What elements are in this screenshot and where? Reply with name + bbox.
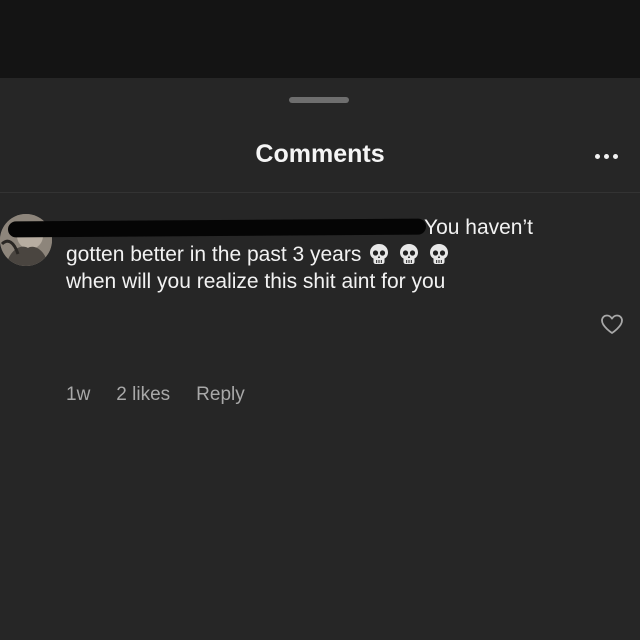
comment: You haven’t gotten better in the past 3 … [7,214,586,295]
likes-count-link[interactable]: 2 likes [116,384,170,406]
redacted-username [7,218,427,238]
screen: Comments You haven’t gotten better in th… [0,0,640,640]
more-options-button[interactable] [586,144,626,168]
comment-text-line-2-text: gotten better in the past 3 years [66,243,362,266]
more-options-icon [594,153,600,159]
sheet-title: Comments [255,140,385,168]
comment-text-line-2: gotten better in the past 3 years [66,241,586,268]
heart-outline-icon[interactable] [600,313,624,335]
reply-button[interactable]: Reply [196,384,245,406]
comment-text-line-3: when will you realize this shit aint for… [66,270,446,293]
skull-icon [430,244,449,264]
dimmed-background[interactable] [0,0,640,78]
comments-sheet: Comments You haven’t gotten better in th… [0,78,640,640]
comment-meta: 1w 2 likes Reply [66,384,245,406]
more-options-icon-dot [612,153,618,159]
header-divider [0,192,640,193]
comment-time: 1w [66,384,91,405]
skull-icon [370,244,389,264]
sheet-drag-handle[interactable] [289,97,349,103]
more-options-icon-dot [603,153,609,159]
skull-icon [400,244,419,264]
